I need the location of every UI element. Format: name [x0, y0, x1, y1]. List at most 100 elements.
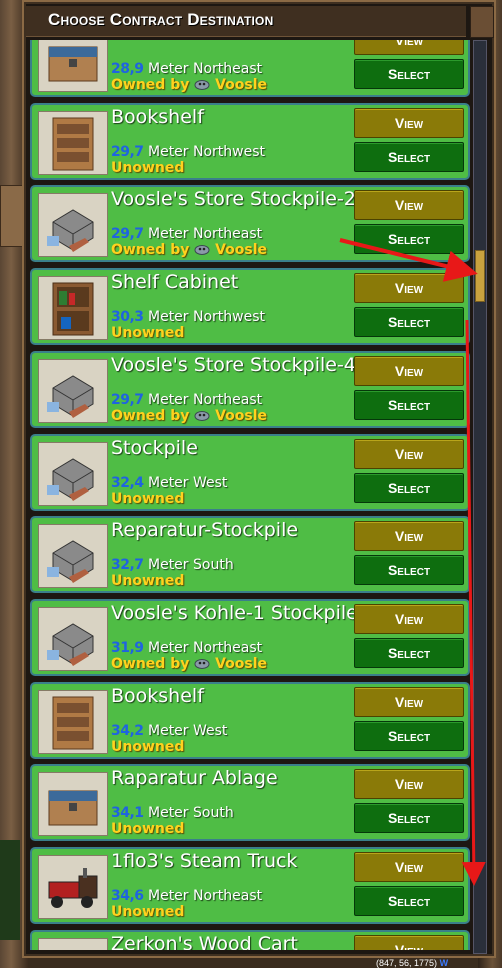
- distance-direction: Meter Northeast: [143, 391, 263, 408]
- view-button[interactable]: View: [354, 686, 464, 717]
- distance-direction: Meter Northwest: [143, 309, 266, 326]
- destination-name: Bookshelf: [111, 105, 204, 128]
- distance-direction: Meter Northeast: [143, 61, 263, 77]
- destination-distance: 30,3 Meter Northwest: [111, 309, 265, 325]
- distance-value: 30,3: [111, 309, 144, 326]
- destination-list[interactable]: 28,9 Meter Northeast Owned by Voosle View S…: [30, 40, 470, 950]
- ownership-label: Unowned: [111, 490, 185, 507]
- destination-row[interactable]: Bookshelf 34,2 Meter West Unowned View Selec…: [30, 681, 470, 759]
- view-button[interactable]: View: [354, 40, 464, 55]
- ownership-status: Unowned: [111, 573, 184, 589]
- destination-row[interactable]: 28,9 Meter Northeast Owned by Voosle View S…: [30, 40, 470, 97]
- destination-name: Stockpile: [111, 436, 198, 459]
- ownership-label: Unowned: [111, 821, 185, 838]
- hud-coords-value: (847, 56, 1775): [376, 958, 438, 968]
- distance-direction: Meter South: [143, 805, 234, 822]
- destination-row[interactable]: Zerkon's Wood Cart View: [30, 929, 470, 950]
- ownership-label: Unowned: [111, 904, 185, 920]
- stockpile-icon: [38, 606, 108, 671]
- scrollbar-thumb[interactable]: [475, 250, 485, 302]
- ownership-label: Owned by: [111, 655, 190, 672]
- distance-value: 32,7: [111, 557, 144, 574]
- bookshelf-icon: [38, 110, 108, 175]
- select-button[interactable]: Select: [354, 886, 464, 916]
- view-button[interactable]: View: [354, 521, 464, 552]
- ownership-label: Unowned: [111, 325, 185, 342]
- view-button[interactable]: View: [354, 190, 464, 221]
- destination-distance: 34,2 Meter West: [111, 723, 227, 739]
- select-button[interactable]: Select: [354, 637, 464, 668]
- view-button[interactable]: View: [354, 603, 464, 634]
- select-button[interactable]: Select: [354, 224, 464, 255]
- game-world-sign: [0, 185, 24, 247]
- ownership-status: Unowned: [111, 160, 184, 176]
- destination-row[interactable]: Stockpile 32,4 Meter West Unowned View Selec…: [30, 433, 470, 511]
- ownership-status: Owned by Voosle: [111, 408, 267, 424]
- distance-value: 29,7: [111, 143, 144, 160]
- view-button[interactable]: View: [354, 769, 464, 800]
- storage-chest-icon: [38, 40, 108, 92]
- destination-row[interactable]: Reparatur-Stockpile 32,7 Meter South Unown…: [30, 516, 470, 594]
- destination-row[interactable]: Shelf Cabinet 30,3 Meter Northwest Unowned…: [30, 268, 470, 346]
- stockpile-icon: [38, 193, 108, 258]
- select-button[interactable]: Select: [354, 803, 464, 834]
- destination-distance: 29,7 Meter Northwest: [111, 144, 265, 160]
- distance-value: 34,2: [111, 722, 144, 739]
- destination-distance: 31,9 Meter Northeast: [111, 640, 262, 656]
- ownership-status: Owned by Voosle: [111, 77, 267, 93]
- panel-edge-handle: [470, 6, 494, 38]
- destination-distance: 29,7 Meter Northeast: [111, 392, 262, 408]
- distance-value: 29,7: [111, 226, 144, 243]
- destination-row[interactable]: 1flo3's Steam Truck 34,6 Meter Northeast U…: [30, 847, 470, 924]
- destination-name: Voosle's Store Stockpile-4: [111, 353, 356, 376]
- distance-value: 34,1: [111, 805, 144, 822]
- view-button[interactable]: View: [354, 438, 464, 469]
- ownership-status: Unowned: [111, 904, 184, 920]
- select-button[interactable]: Select: [354, 720, 464, 751]
- destination-row[interactable]: Bookshelf 29,7 Meter Northwest Unowned View…: [30, 102, 470, 180]
- destination-name: Reparatur-Stockpile: [111, 519, 299, 542]
- ownership-label: Owned by: [111, 242, 190, 259]
- select-button[interactable]: Select: [354, 389, 464, 420]
- select-button[interactable]: Select: [354, 555, 464, 586]
- ownership-label: Owned by: [111, 407, 190, 424]
- stockpile-icon: [38, 524, 108, 589]
- distance-value: 28,9: [111, 61, 144, 77]
- ownership-status: Unowned: [111, 325, 184, 341]
- scrollbar-track[interactable]: [473, 40, 487, 954]
- destination-name: Zerkon's Wood Cart: [111, 932, 298, 950]
- destination-row[interactable]: Raparatur Ablage 34,1 Meter South Unowned V…: [30, 764, 470, 842]
- select-button[interactable]: Select: [354, 472, 464, 503]
- shelf-cabinet-icon: [38, 276, 108, 341]
- ownership-label: Unowned: [111, 159, 185, 176]
- select-button[interactable]: Select: [354, 59, 464, 89]
- owner-avatar-icon: [194, 409, 210, 421]
- owner-avatar-icon: [194, 243, 210, 256]
- view-button[interactable]: View: [354, 107, 464, 138]
- distance-direction: Meter Northwest: [143, 143, 266, 160]
- distance-value: 32,4: [111, 474, 144, 491]
- destination-name: Shelf Cabinet: [111, 271, 239, 294]
- view-button[interactable]: View: [354, 355, 464, 386]
- owner-name: Voosle: [215, 407, 268, 424]
- destination-distance: 29,7 Meter Northeast: [111, 226, 262, 242]
- ownership-status: Owned by Voosle: [111, 656, 267, 672]
- destination-row[interactable]: Voosle's Kohle-1 Stockpile 31,9 Meter Nor…: [30, 598, 470, 676]
- storage-chest-icon: [38, 772, 108, 837]
- destination-row[interactable]: Voosle's Store Stockpile-2 29,7 Meter Nor…: [30, 185, 470, 263]
- destination-distance: 34,6 Meter Northeast: [111, 888, 262, 904]
- ownership-label: Owned by: [111, 77, 190, 93]
- dialog-title: Choose Contract Destination: [48, 10, 274, 29]
- owner-name: Voosle: [215, 655, 268, 672]
- destination-row[interactable]: Voosle's Store Stockpile-4 29,7 Meter Nor…: [30, 350, 470, 428]
- view-button[interactable]: View: [354, 934, 464, 950]
- select-button[interactable]: Select: [354, 307, 464, 338]
- destination-distance: 32,4 Meter West: [111, 475, 227, 491]
- ownership-status: Unowned: [111, 821, 184, 837]
- view-button[interactable]: View: [354, 852, 464, 882]
- distance-direction: Meter Northeast: [143, 639, 263, 656]
- select-button[interactable]: Select: [354, 141, 464, 172]
- view-button[interactable]: View: [354, 273, 464, 304]
- distance-direction: Meter Northeast: [143, 888, 263, 904]
- owner-avatar-icon: [194, 657, 210, 669]
